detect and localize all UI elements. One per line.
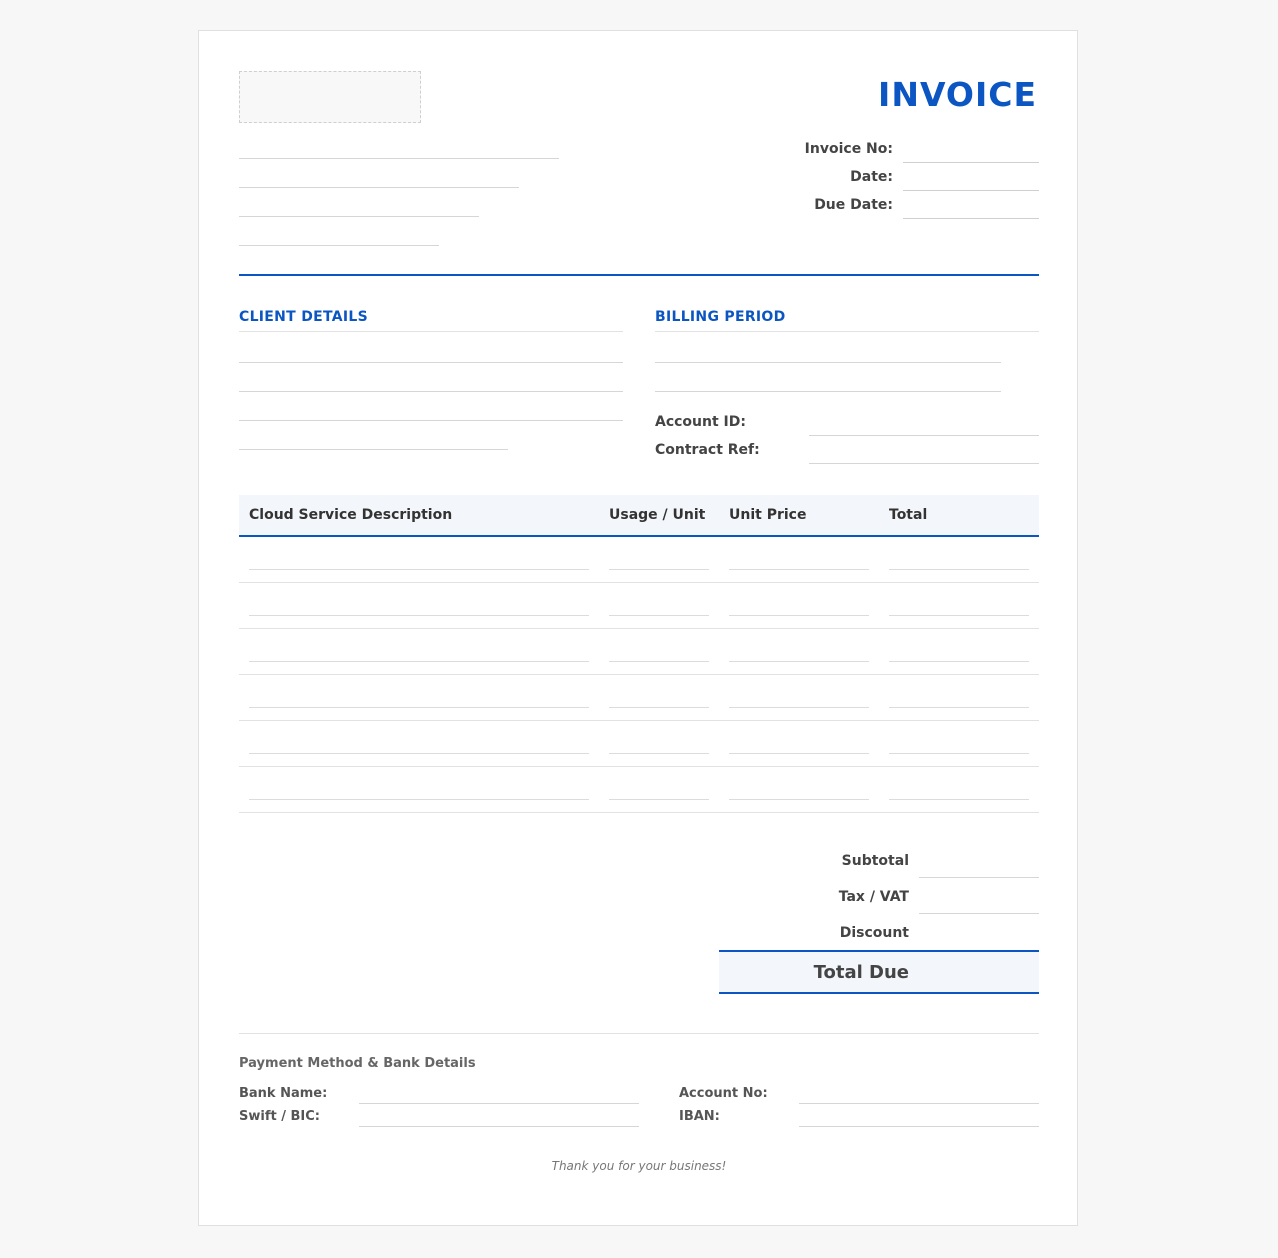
cell-usage-field[interactable] [609,661,709,662]
header-divider [239,274,1039,276]
row-separator [239,766,1039,767]
billing-line-2[interactable] [655,391,1001,392]
invoice-no-label: Invoice No: [804,141,893,157]
cell-unit-price-field[interactable] [729,615,869,616]
billing-period-title: BILLING PERIOD [655,309,786,325]
invoice-title: INVOICE [878,75,1037,114]
row-separator [239,812,1039,813]
cell-description-field[interactable] [249,753,589,754]
company-address-line-1[interactable] [239,158,559,159]
swift-field[interactable] [359,1126,639,1127]
swift-label: Swift / BIC: [239,1109,320,1124]
thank-you-note: Thank you for your business! [551,1159,727,1173]
cell-total-field[interactable] [889,615,1029,616]
cell-description-field[interactable] [249,707,589,708]
cell-unit-price-field[interactable] [729,707,869,708]
iban-field[interactable] [799,1126,1039,1127]
cell-description-field[interactable] [249,569,589,570]
bank-name-field[interactable] [359,1103,639,1104]
services-table-header: Cloud Service Description Usage / Unit U… [239,495,1039,537]
cell-usage-field[interactable] [609,569,709,570]
payment-title: Payment Method & Bank Details [239,1056,476,1071]
tax-label: Tax / VAT [838,889,909,905]
column-header-total: Total [889,507,928,523]
cell-total-field[interactable] [889,569,1029,570]
cell-description-field[interactable] [249,661,589,662]
date-label: Date: [850,169,893,185]
row-separator [239,628,1039,629]
cell-description-field[interactable] [249,615,589,616]
cell-total-field[interactable] [889,753,1029,754]
client-details-title: CLIENT DETAILS [239,309,369,325]
column-header-usage: Usage / Unit [609,507,706,523]
row-separator [239,582,1039,583]
column-header-description: Cloud Service Description [249,507,453,523]
total-due-box: Total Due [719,950,1039,994]
client-title-underline [239,331,623,332]
discount-label: Discount [839,925,909,941]
cell-total-field[interactable] [889,799,1029,800]
row-separator [239,720,1039,721]
cell-unit-price-field[interactable] [729,799,869,800]
cell-usage-field[interactable] [609,707,709,708]
cell-unit-price-field[interactable] [729,569,869,570]
date-field[interactable] [903,190,1039,191]
account-id-field[interactable] [809,435,1039,436]
row-separator [239,674,1039,675]
column-header-unit-price: Unit Price [729,507,807,523]
client-line-2[interactable] [239,391,623,392]
contract-ref-label: Contract Ref: [655,442,760,458]
billing-title-underline [655,331,1039,332]
cell-unit-price-field[interactable] [729,753,869,754]
company-address-line-2[interactable] [239,187,519,188]
company-address-line-4[interactable] [239,245,439,246]
payment-divider [239,1033,1039,1034]
subtotal-field[interactable] [919,877,1039,878]
account-id-label: Account ID: [655,414,746,430]
invoice-page: INVOICE Invoice No: Date: Due Date: CLIE… [198,30,1078,1226]
client-line-4[interactable] [239,449,508,450]
subtotal-label: Subtotal [841,853,909,869]
cell-usage-field[interactable] [609,615,709,616]
client-line-1[interactable] [239,362,623,363]
due-date-label: Due Date: [814,197,893,213]
total-due-label: Total Due [813,962,909,983]
billing-line-1[interactable] [655,362,1001,363]
invoice-no-field[interactable] [903,162,1039,163]
iban-label: IBAN: [679,1109,720,1124]
client-line-3[interactable] [239,420,623,421]
cell-usage-field[interactable] [609,753,709,754]
cell-unit-price-field[interactable] [729,661,869,662]
account-no-label: Account No: [679,1086,768,1101]
cell-description-field[interactable] [249,799,589,800]
contract-ref-field[interactable] [809,463,1039,464]
due-date-field[interactable] [903,218,1039,219]
bank-name-label: Bank Name: [239,1086,328,1101]
account-no-field[interactable] [799,1103,1039,1104]
cell-total-field[interactable] [889,661,1029,662]
cell-usage-field[interactable] [609,799,709,800]
logo-placeholder[interactable] [239,71,421,123]
cell-total-field[interactable] [889,707,1029,708]
company-address-line-3[interactable] [239,216,479,217]
tax-field[interactable] [919,913,1039,914]
